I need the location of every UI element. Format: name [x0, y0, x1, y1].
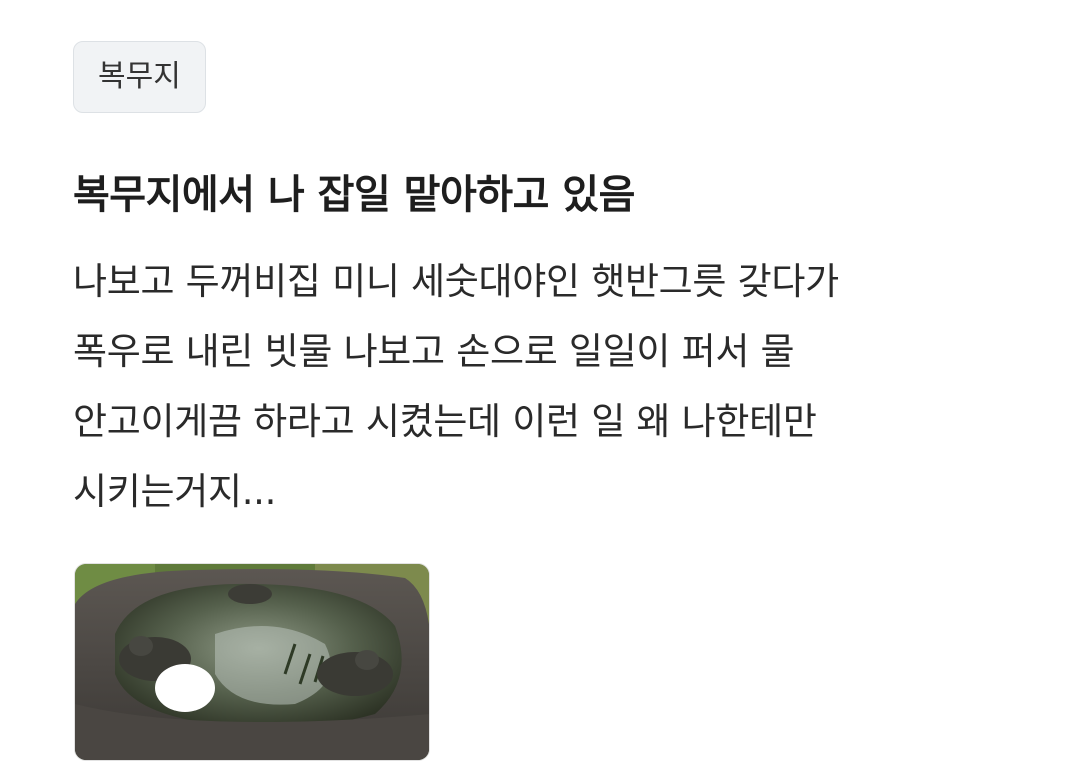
post-body-line: 시키는거지... — [73, 470, 277, 513]
category-tag[interactable]: 복무지 — [73, 41, 206, 113]
post-body-line: 폭우로 내린 빗물 나보고 손으로 일일이 퍼서 물 — [73, 330, 795, 373]
post-thumbnail-image[interactable] — [74, 563, 430, 761]
post-card: 복무지 복무지에서 나 잡일 맡아하고 있음 나보고 두꺼비집 미니 세숫대야인… — [73, 41, 1013, 527]
post-title[interactable]: 복무지에서 나 잡일 맡아하고 있음 — [73, 167, 1013, 223]
stone-basin-photo — [75, 564, 429, 760]
post-body-line: 안고이게끔 하라고 시켰는데 이런 일 왜 나한테만 — [73, 400, 817, 443]
post-body[interactable]: 나보고 두꺼비집 미니 세숫대야인 햇반그릇 갖다가 폭우로 내린 빗물 나보고… — [73, 247, 1013, 527]
post-body-line: 나보고 두꺼비집 미니 세숫대야인 햇반그릇 갖다가 — [73, 260, 839, 303]
